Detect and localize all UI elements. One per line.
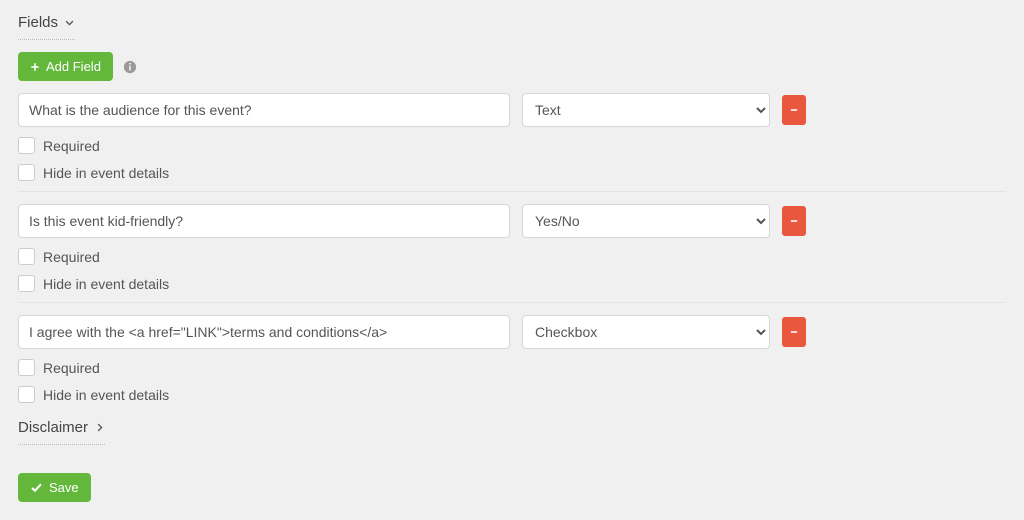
field-block: Text Yes/No Checkbox Required Hide in ev… [18, 93, 1006, 181]
field-label-input[interactable] [18, 204, 510, 238]
remove-field-button[interactable] [782, 95, 806, 125]
field-type-select[interactable]: Text Yes/No Checkbox [522, 93, 770, 127]
hide-label: Hide in event details [43, 387, 169, 403]
required-row[interactable]: Required [18, 248, 1006, 265]
required-label: Required [43, 249, 100, 265]
field-type-select[interactable]: Text Yes/No Checkbox [522, 204, 770, 238]
hide-label: Hide in event details [43, 276, 169, 292]
hide-checkbox[interactable] [18, 275, 35, 292]
hide-row[interactable]: Hide in event details [18, 164, 1006, 181]
field-type-select[interactable]: Text Yes/No Checkbox [522, 315, 770, 349]
fields-section-label: Fields [18, 14, 58, 31]
required-label: Required [43, 138, 100, 154]
required-row[interactable]: Required [18, 137, 1006, 154]
remove-field-button[interactable] [782, 317, 806, 347]
hide-label: Hide in event details [43, 165, 169, 181]
field-label-input[interactable] [18, 315, 510, 349]
field-label-input[interactable] [18, 93, 510, 127]
save-button[interactable]: Save [18, 473, 91, 502]
minus-icon [789, 105, 799, 115]
check-icon [30, 481, 43, 494]
hide-row[interactable]: Hide in event details [18, 275, 1006, 292]
save-button-label: Save [49, 480, 79, 495]
remove-field-button[interactable] [782, 206, 806, 236]
plus-icon [30, 62, 40, 72]
required-checkbox[interactable] [18, 359, 35, 376]
fields-section-toggle[interactable]: Fields [18, 12, 75, 40]
chevron-down-icon [64, 17, 75, 28]
minus-icon [789, 216, 799, 226]
required-checkbox[interactable] [18, 248, 35, 265]
field-block: Text Yes/No Checkbox Required Hide in ev… [18, 302, 1006, 403]
add-field-button-label: Add Field [46, 59, 101, 74]
hide-checkbox[interactable] [18, 164, 35, 181]
disclaimer-section-toggle[interactable]: Disclaimer [18, 417, 105, 445]
disclaimer-section-label: Disclaimer [18, 419, 88, 436]
info-icon[interactable] [123, 59, 138, 74]
chevron-right-icon [94, 422, 105, 433]
required-label: Required [43, 360, 100, 376]
hide-checkbox[interactable] [18, 386, 35, 403]
add-field-button[interactable]: Add Field [18, 52, 113, 81]
field-block: Text Yes/No Checkbox Required Hide in ev… [18, 191, 1006, 292]
required-checkbox[interactable] [18, 137, 35, 154]
required-row[interactable]: Required [18, 359, 1006, 376]
minus-icon [789, 327, 799, 337]
hide-row[interactable]: Hide in event details [18, 386, 1006, 403]
